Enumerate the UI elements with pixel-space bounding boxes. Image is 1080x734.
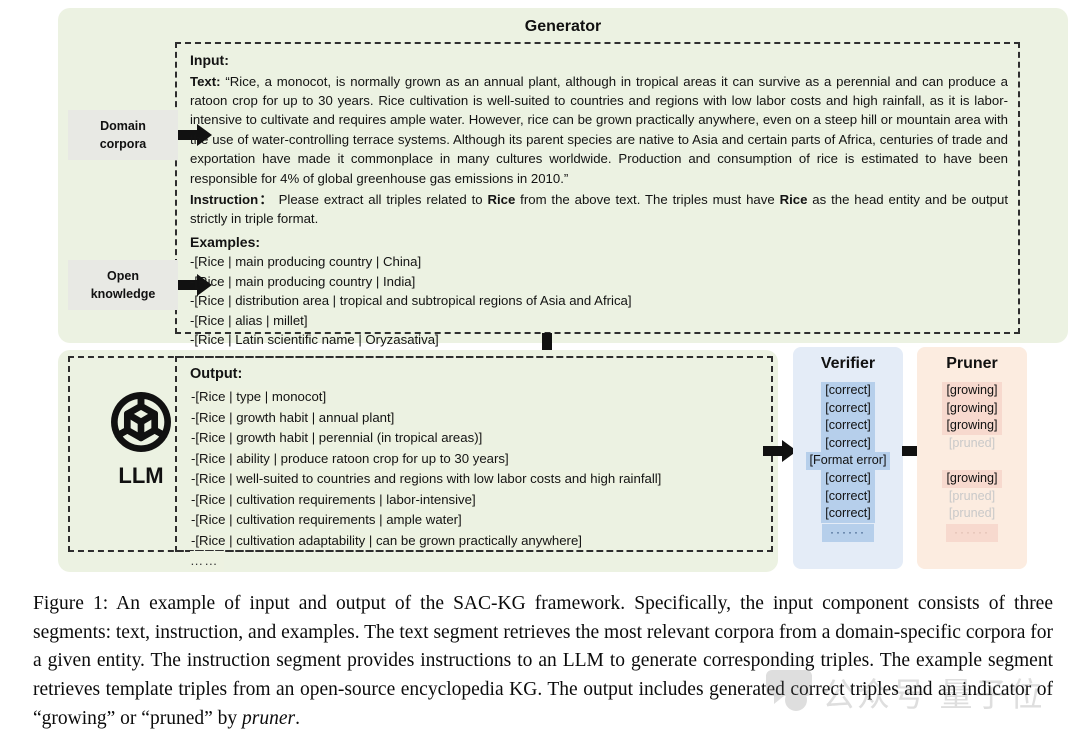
output-triple: -[Rice | ability | produce ratoon crop f… (190, 449, 775, 469)
output-header: Output: (190, 366, 243, 382)
output-triple: -[Rice | cultivation requirements | labo… (190, 490, 775, 510)
output-triple-text: -[Rice | cultivation requirements | ampl… (190, 512, 463, 528)
open-knowledge-line1: Open (107, 268, 139, 283)
verifier-item: [correct] (821, 382, 875, 400)
pruner-list: [growing] [growing] [growing] [pruned] [… (917, 382, 1027, 542)
input-text-label: Text: (190, 73, 221, 89)
output-triple: -[Rice | growth habit | annual plant] (190, 408, 775, 428)
input-content: Input: Text: “Rice, a monocot, is normal… (190, 50, 1008, 349)
open-knowledge-line2: knowledge (90, 287, 156, 301)
example-triple: -[Rice | alias | millet] (190, 312, 308, 328)
llm-block: LLM (86, 385, 196, 489)
pruner-ellipsis: ······ (946, 523, 998, 542)
verifier-list: [correct] [correct] [correct] [correct] … (793, 382, 903, 542)
verifier-item: [correct] (821, 487, 875, 506)
input-instruction-paragraph: Instruction： Please extract all triples … (190, 190, 1008, 229)
pruner-item: [pruned] (944, 434, 1000, 453)
output-triple: -[Rice | cultivation requirements | ampl… (190, 510, 775, 530)
pruner-item: [growing] (942, 417, 1002, 435)
example-triple: -[Rice | main producing country | India] (190, 273, 416, 289)
caption-italic-word: pruner (242, 707, 296, 729)
pruner-item: [growing] (942, 469, 1002, 488)
verifier-item: [correct] (821, 417, 875, 435)
output-triple-text: -[Rice | cultivation adaptability | can … (190, 532, 583, 548)
caption-prefix: Figure 1: (33, 593, 109, 614)
figure-caption: Figure 1: An example of input and output… (33, 590, 1053, 733)
caption-body: An example of input and output of the SA… (33, 593, 1053, 729)
instruction-part2: from the above text. The triples must ha… (515, 192, 780, 208)
openai-logo-icon (111, 392, 171, 452)
example-triple: -[Rice | main producing country | China] (190, 254, 422, 270)
output-ellipsis: …… (190, 551, 224, 572)
pruner-panel: Pruner [growing] [growing] [growing] [pr… (917, 347, 1027, 569)
input-text-paragraph: Text: “Rice, a monocot, is normally grow… (190, 72, 1008, 188)
verifier-title: Verifier (820, 355, 876, 372)
verifier-item: [correct] (821, 505, 875, 523)
verifier-item: [correct] (821, 469, 875, 488)
output-triple: -[Rice | well-suited to countries and re… (190, 469, 775, 489)
pruner-item: [pruned] (944, 505, 1000, 523)
output-triple-text: -[Rice | well-suited to countries and re… (190, 471, 663, 487)
llm-label: LLM (118, 463, 164, 488)
arrow-right-icon-output-to-verifier (763, 440, 797, 462)
verifier-ellipsis: ······ (822, 523, 874, 542)
input-header: Input: (190, 52, 229, 68)
output-triple: -[Rice | type | monocot] (190, 387, 775, 407)
figure-diagram: Generator Domain corpora Open knowledge … (0, 0, 1080, 580)
example-triple: -[Rice | distribution area | tropical an… (190, 293, 632, 309)
caption-suffix: . (295, 707, 300, 729)
output-content: Output: -[Rice | type | monocot] -[Rice … (190, 363, 775, 572)
instruction-part1: Please extract all triples related to (273, 192, 488, 208)
output-triple-text: -[Rice | ability | produce ratoon crop f… (190, 450, 510, 466)
verifier-panel: Verifier [correct] [correct] [correct] [… (793, 347, 903, 569)
source-box-open-knowledge: Open knowledge (68, 260, 178, 310)
pruner-item: [pruned] (944, 487, 1000, 506)
input-text-body: “Rice, a monocot, is normally grown as a… (190, 73, 1008, 186)
input-instruction-label: Instruction： (190, 192, 274, 208)
source-box-domain-corpora: Domain corpora (68, 110, 178, 160)
examples-header: Examples: (190, 233, 261, 250)
output-triple-text: -[Rice | growth habit | perennial (in tr… (190, 430, 484, 446)
output-triple-text: -[Rice | cultivation requirements | labo… (190, 491, 477, 507)
output-triple: -[Rice | cultivation adaptability | can … (190, 531, 775, 551)
instruction-entity-rice-1: Rice (487, 192, 516, 208)
domain-corpora-line2: corpora (99, 137, 147, 151)
generator-title: Generator (524, 18, 602, 35)
pruner-item: [growing] (942, 399, 1002, 418)
pruner-title: Pruner (946, 355, 998, 372)
output-triple: -[Rice | growth habit | perennial (in tr… (190, 428, 775, 448)
verifier-item: [correct] (821, 399, 875, 418)
pruner-item: [growing] (942, 382, 1002, 400)
output-triple-text: -[Rice | growth habit | annual plant] (190, 409, 396, 425)
verifier-item-format-error: [Format error] (805, 452, 891, 470)
domain-corpora-line1: Domain (100, 118, 146, 133)
verifier-item: [correct] (821, 434, 875, 453)
instruction-entity-rice-2: Rice (779, 192, 808, 208)
pruner-item-blank: [blank] (949, 452, 995, 470)
output-triple-text: -[Rice | type | monocot] (190, 389, 328, 405)
